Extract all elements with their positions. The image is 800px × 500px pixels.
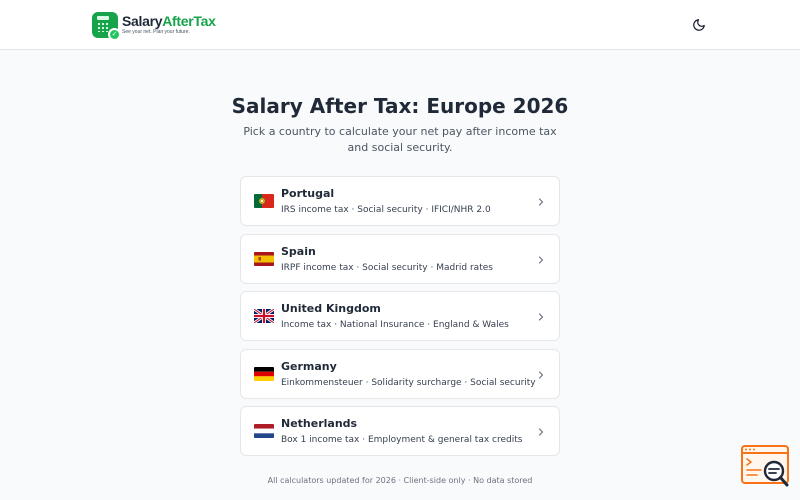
- country-description: IRS income tax · Social security · IFICI…: [281, 205, 491, 215]
- logo-tagline: See your net. Plan your future.: [122, 29, 190, 35]
- country-card-united-kingdom[interactable]: United Kingdom Income tax · National Ins…: [240, 291, 560, 341]
- country-name: United Kingdom: [281, 302, 381, 315]
- chevron-right-icon: [538, 370, 544, 379]
- country-card-germany[interactable]: Germany Einkommensteuer · Solidarity sur…: [240, 348, 560, 399]
- footer-note: All calculators updated for 2026 · Clien…: [267, 476, 533, 485]
- page-title: Salary After Tax: Europe 2026: [231, 94, 569, 118]
- country-card-spain[interactable]: Spain IRPF income tax · Social security …: [240, 233, 560, 284]
- spain-flag-icon: [254, 251, 274, 266]
- country-description: Einkommensteuer · Solidarity surcharge ·…: [281, 377, 536, 388]
- logo-name-part1: Salary: [122, 13, 163, 29]
- moon-icon: [693, 19, 705, 31]
- page-subtitle: Pick a country to calculate your net pay…: [243, 125, 557, 154]
- chevron-right-icon: [538, 255, 544, 264]
- theme-toggle-button[interactable]: [688, 14, 710, 36]
- country-name: Netherlands: [281, 417, 358, 430]
- calculator-icon: ✓: [92, 12, 121, 41]
- chevron-right-icon: [538, 313, 544, 321]
- uk-flag-icon: [254, 309, 274, 323]
- country-description: Box 1 income tax · Employment & general …: [281, 435, 523, 445]
- site-logo[interactable]: ✓ SalaryAfterTax See your net. Plan your…: [92, 11, 232, 41]
- check-badge-icon: ✓: [108, 28, 121, 41]
- country-card-portugal[interactable]: Portugal IRS income tax · Social securit…: [240, 176, 560, 226]
- code-search-icon: [741, 445, 789, 487]
- portugal-flag-icon: [254, 194, 274, 208]
- chevron-right-icon: [538, 198, 544, 206]
- search-widget-button[interactable]: [741, 445, 791, 489]
- logo-text: SalaryAfterTax See your net. Plan your f…: [122, 14, 216, 36]
- site-header: ✓ SalaryAfterTax See your net. Plan your…: [0, 0, 800, 50]
- country-description: Income tax · National Insurance · Englan…: [281, 320, 509, 330]
- netherlands-flag-icon: [254, 424, 274, 438]
- country-name: Spain: [281, 244, 316, 258]
- country-card-netherlands[interactable]: Netherlands Box 1 income tax · Employmen…: [240, 406, 560, 456]
- country-name: Germany: [281, 359, 337, 373]
- country-list: Portugal IRS income tax · Social securit…: [240, 176, 560, 464]
- logo-name: SalaryAfterTax: [122, 14, 216, 29]
- germany-flag-icon: [254, 366, 274, 381]
- country-description: IRPF income tax · Social security · Madr…: [281, 262, 493, 273]
- logo-name-part2: AfterTax: [162, 13, 216, 29]
- chevron-right-icon: [538, 428, 544, 436]
- country-name: Portugal: [281, 187, 335, 200]
